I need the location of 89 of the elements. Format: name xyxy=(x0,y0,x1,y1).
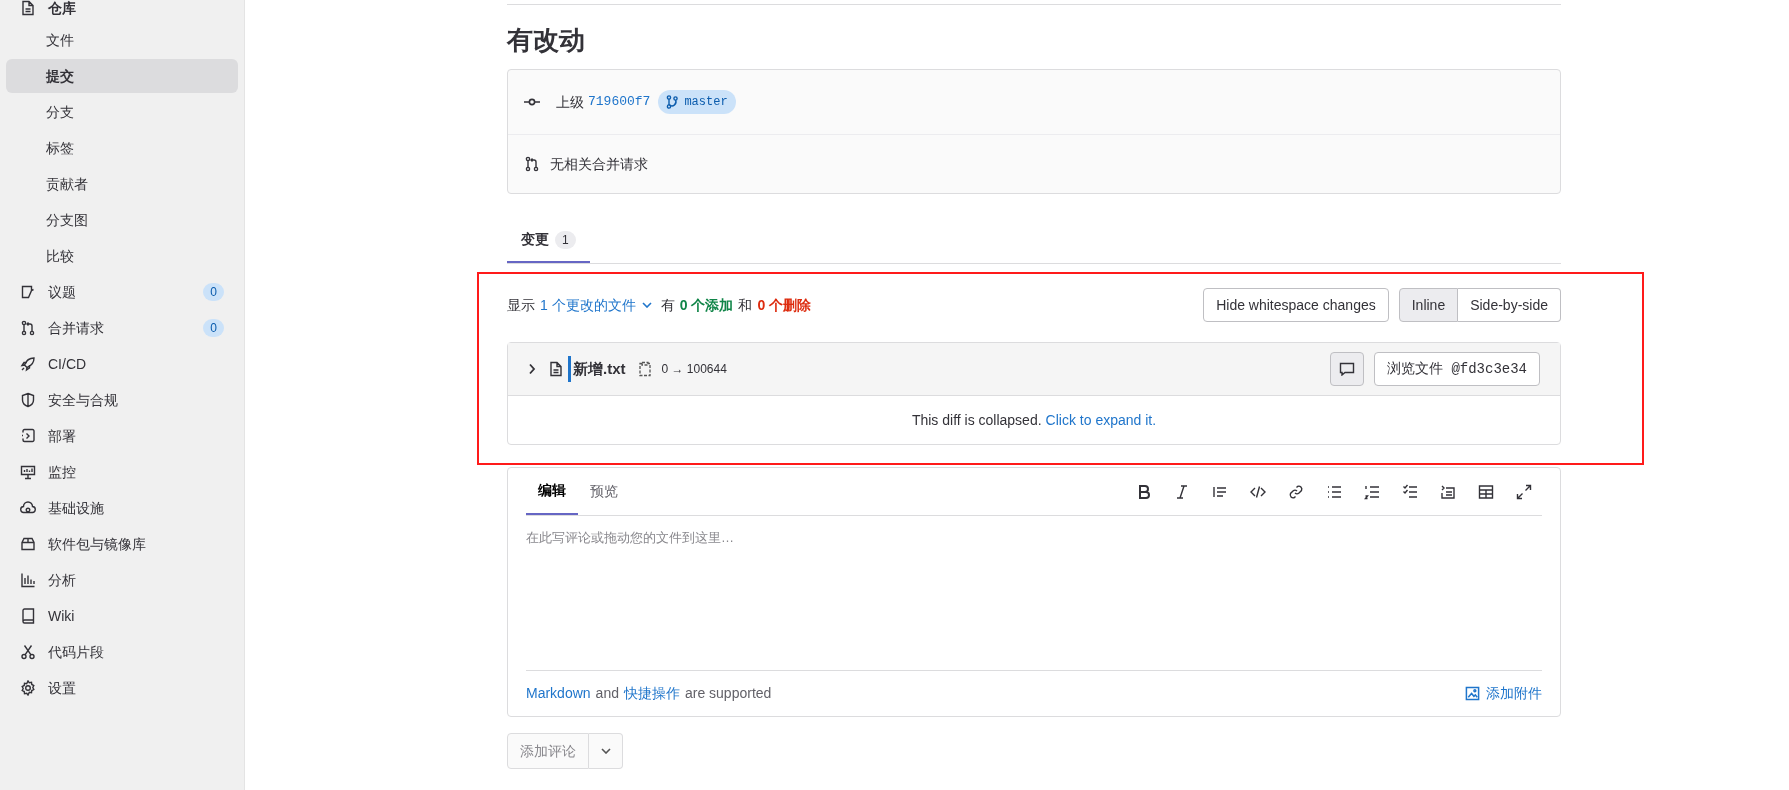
summary-text: 和 xyxy=(738,295,753,315)
merge-request-status: 无相关合并请求 xyxy=(550,154,648,174)
merge-request-icon xyxy=(524,156,540,172)
scissors-icon xyxy=(20,644,36,660)
code-icon xyxy=(1250,483,1266,500)
sidebar-item[interactable]: 文件 xyxy=(6,23,238,57)
count-badge: 0 xyxy=(203,319,224,337)
branch-badge[interactable]: master xyxy=(658,90,736,114)
hide-whitespace-button[interactable]: Hide whitespace changes xyxy=(1203,288,1389,322)
sidebar-item[interactable]: 代码片段 xyxy=(6,634,238,670)
bulleted-list-icon xyxy=(1326,483,1342,500)
sidebar-item[interactable]: 部署 xyxy=(6,418,238,454)
view-file-button[interactable]: 浏览文件 @fd3c3e34 xyxy=(1374,352,1540,386)
cloud-icon xyxy=(20,500,36,516)
sidebar-item[interactable]: 贡献者 xyxy=(6,167,238,201)
rocket-icon xyxy=(20,356,36,372)
add-comment-button[interactable]: 添加评论 xyxy=(507,733,589,769)
chevron-right-icon[interactable] xyxy=(528,363,536,375)
parent-label: 上级 xyxy=(556,92,584,112)
sidebar-item[interactable]: 安全与合规 xyxy=(6,382,238,418)
comment-button[interactable] xyxy=(1330,352,1364,386)
book-icon xyxy=(20,608,36,624)
monitor-icon xyxy=(20,464,36,480)
sidebar-item[interactable]: 分析 xyxy=(6,562,238,598)
changes-tab[interactable]: 变更 1 xyxy=(507,218,590,263)
count-badge: 1 xyxy=(555,230,576,249)
issue-icon xyxy=(20,284,36,300)
sidebar-item[interactable]: Wiki xyxy=(6,598,238,634)
view-toggle-button[interactable]: Side-by-side xyxy=(1458,288,1561,322)
file-mode: 0 → 100644 xyxy=(661,361,727,378)
footer-text: and xyxy=(595,684,619,703)
table-icon xyxy=(1478,483,1494,500)
deploy-icon xyxy=(20,428,36,444)
summary-text: 有 xyxy=(660,295,675,315)
chevron-down-icon xyxy=(641,302,652,308)
sidebar-item[interactable]: 议题 0 xyxy=(6,274,238,310)
sidebar-item[interactable]: 基础设施 xyxy=(6,490,238,526)
file-name-link[interactable]: 新增.txt xyxy=(573,357,626,381)
dropdown-toggle-button[interactable] xyxy=(589,733,623,769)
fullscreen-icon xyxy=(1516,483,1532,500)
sidebar-item[interactable]: 比较 xyxy=(6,239,238,273)
sidebar-item[interactable]: CI/CD xyxy=(6,346,238,382)
cursor-marker xyxy=(568,356,571,382)
sidebar-item[interactable]: 设置 xyxy=(6,670,238,706)
commit-icon xyxy=(524,98,540,106)
merge-request-icon xyxy=(20,320,36,336)
sidebar-item[interactable]: 提交 xyxy=(6,59,238,93)
section-label: 仓库 xyxy=(48,0,76,18)
sidebar-item[interactable]: 标签 xyxy=(6,131,238,165)
sidebar-item[interactable]: 软件包与镜像库 xyxy=(6,526,238,562)
count-badge: 0 xyxy=(203,283,224,301)
package-icon xyxy=(20,536,36,552)
editor-tab[interactable]: 编辑 xyxy=(526,468,578,515)
commit-sha-link[interactable]: 719600f7 xyxy=(588,92,651,112)
expand-link[interactable]: Click to expand it. xyxy=(1045,409,1157,431)
document-icon xyxy=(548,361,564,377)
checklist-icon xyxy=(1402,483,1418,500)
image-icon xyxy=(1465,686,1480,701)
branch-icon xyxy=(666,95,679,109)
summary-text: 显示 xyxy=(507,295,535,315)
sidebar-item[interactable]: 监控 xyxy=(6,454,238,490)
sidebar-item[interactable]: 合并请求 0 xyxy=(6,310,238,346)
chevron-down-icon xyxy=(600,748,611,754)
comment-input-field[interactable]: 在此写评论或拖动您的文件到这里… xyxy=(526,528,1542,670)
editor-tab[interactable]: 预览 xyxy=(578,468,630,515)
sidebar-item[interactable]: 分支图 xyxy=(6,203,238,237)
link-icon xyxy=(1288,483,1304,500)
comment-icon xyxy=(1339,362,1355,376)
clipboard-icon[interactable] xyxy=(637,361,652,377)
settings-icon xyxy=(20,680,36,696)
view-toggle-button[interactable]: Inline xyxy=(1398,288,1459,322)
attach-file-link[interactable]: 添加附件 xyxy=(1465,683,1542,704)
deletions-count: 0 个删除 xyxy=(757,295,812,315)
commit-title: 有改动 xyxy=(507,24,586,57)
quick-actions-link[interactable]: 快捷操作 xyxy=(623,683,680,704)
italic-icon xyxy=(1174,483,1190,500)
comment-editor[interactable]: 编辑 预览 在此写评论或拖动您的文件到这里… Markdown and 快捷操作 are supported 添加附件 xyxy=(507,467,1561,717)
collapsible-section-icon xyxy=(1440,483,1456,500)
bold-icon xyxy=(1136,483,1152,500)
collapsed-message: This diff is collapsed. xyxy=(911,410,1042,430)
footer-text: are supported xyxy=(684,684,772,703)
document-icon xyxy=(20,0,36,16)
chart-icon xyxy=(20,572,36,588)
additions-count: 0 个添加 xyxy=(679,295,734,315)
changed-files-link[interactable]: 1 个更改的文件 xyxy=(540,294,652,316)
shield-icon xyxy=(20,392,36,408)
sidebar-item[interactable]: 分支 xyxy=(6,95,238,129)
numbered-list-icon xyxy=(1364,483,1380,500)
markdown-link[interactable]: Markdown xyxy=(526,683,591,704)
